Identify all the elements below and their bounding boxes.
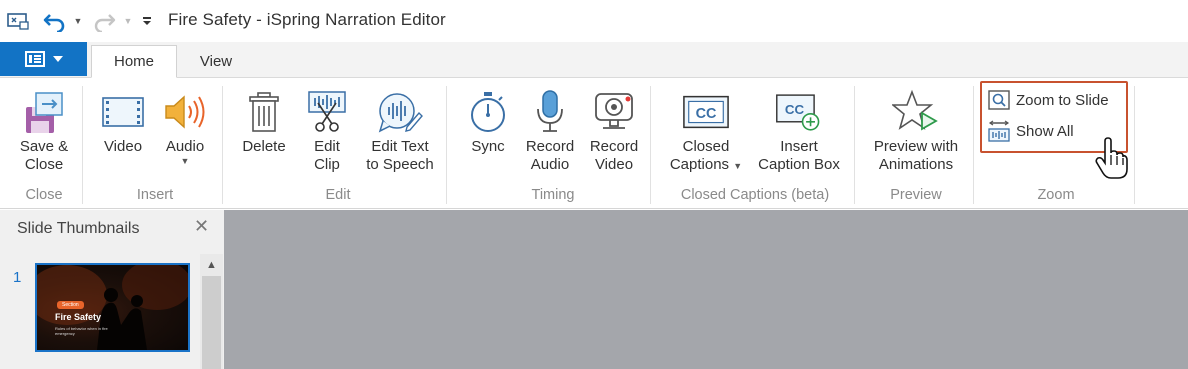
panel-title: Slide Thumbnails — [17, 220, 140, 237]
insert-caption-box-button[interactable]: CC Insert Caption Box — [752, 86, 846, 174]
preview-with-animations-label: Preview with Animations — [873, 138, 959, 173]
insert-caption-box-label: Insert Caption Box — [758, 138, 840, 173]
edit-clip-label: Edit Clip — [314, 138, 340, 173]
main-canvas — [224, 210, 1188, 369]
group-label-zoom: Zoom — [1037, 187, 1075, 203]
slide-thumbnail[interactable]: Section Fire Safety Rules of behavior wh… — [35, 263, 190, 352]
show-all-label: Show All — [1016, 122, 1074, 140]
file-menu-button[interactable] — [0, 42, 87, 76]
ribbon: Save & Close Close Video Audio ▼ Insert D… — [0, 78, 1188, 209]
webcam-icon — [590, 86, 638, 138]
thumbnail-number: 1 — [13, 269, 22, 286]
hand-cursor-icon — [1094, 136, 1128, 185]
edit-text-to-speech-button[interactable]: Edit Text to Speech — [360, 86, 440, 174]
text-to-speech-icon — [376, 86, 424, 138]
record-audio-label: Record Audio — [525, 138, 575, 173]
edit-text-to-speech-label: Edit Text to Speech — [366, 138, 434, 173]
group-label-timing: Timing — [531, 187, 575, 203]
thumbnail-heading: Fire Safety — [55, 312, 102, 322]
group-separator — [650, 86, 651, 204]
delete-button[interactable]: Delete — [236, 86, 292, 156]
group-separator — [854, 86, 855, 204]
group-label-preview: Preview — [890, 187, 942, 203]
sync-button[interactable]: Sync — [464, 86, 512, 156]
ribbon-tab-row: Home View — [0, 42, 1188, 78]
zoom-slide-icon — [988, 90, 1010, 110]
microphone-icon — [526, 86, 574, 138]
save-close-label: Save & Close — [19, 138, 69, 173]
video-label: Video — [103, 138, 143, 155]
title-bar: ▼ ▼ Fire Safety - iSpring Narration Edit… — [0, 0, 1188, 42]
svg-text:CC: CC — [785, 102, 805, 117]
cc-add-icon: CC — [775, 86, 823, 138]
group-separator — [222, 86, 223, 204]
thumbnail-badge: Section — [57, 301, 84, 309]
save-close-button[interactable]: Save & Close — [14, 86, 74, 174]
preview-with-animations-button[interactable]: Preview with Animations — [866, 86, 966, 174]
menu-icon — [24, 51, 45, 67]
window-title: Fire Safety - iSpring Narration Editor — [168, 10, 446, 29]
customize-icon[interactable] — [140, 8, 154, 34]
record-video-button[interactable]: Record Video — [586, 86, 642, 174]
group-label-insert: Insert — [136, 187, 174, 203]
scroll-up-icon[interactable]: ▲ — [200, 254, 223, 276]
closed-captions-button[interactable]: CC Closed Captions ▼ — [664, 86, 748, 175]
edit-clip-icon — [303, 86, 351, 138]
save-close-icon — [20, 86, 68, 138]
audio-dropdown-icon: ▼ — [180, 156, 190, 166]
group-separator — [446, 86, 447, 204]
undo-icon[interactable] — [40, 8, 70, 34]
video-button[interactable]: Video — [98, 86, 148, 156]
thumbnail-subtext: Rules of behavior when in fire emergency — [55, 326, 108, 336]
undo-dropdown-icon[interactable]: ▼ — [72, 8, 84, 34]
show-all-icon — [988, 120, 1010, 142]
tab-home[interactable]: Home — [91, 45, 177, 78]
group-label-close: Close — [25, 187, 63, 203]
audio-button[interactable]: Audio ▼ — [158, 86, 212, 166]
group-label-edit: Edit — [325, 187, 351, 203]
zoom-to-slide-button[interactable]: Zoom to Slide — [988, 87, 1109, 113]
stopwatch-icon — [464, 86, 512, 138]
delete-label: Delete — [242, 138, 286, 155]
slide-thumbnails-panel: Slide Thumbnails ✕ 1 Section Fire Safety… — [0, 210, 224, 369]
group-label-closed-captions: Closed Captions (beta) — [680, 187, 830, 203]
zoom-to-slide-label: Zoom to Slide — [1016, 91, 1109, 109]
redo-icon[interactable] — [90, 8, 118, 34]
tab-view[interactable]: View — [184, 45, 248, 78]
redo-dropdown-icon[interactable]: ▼ — [122, 8, 134, 34]
sync-label: Sync — [471, 138, 505, 155]
group-separator — [973, 86, 974, 204]
group-separator — [1134, 86, 1135, 204]
audio-label: Audio — [165, 138, 205, 155]
cc-icon: CC — [682, 86, 730, 138]
closed-captions-label: Closed Captions ▼ — [669, 138, 743, 173]
trash-icon — [240, 86, 288, 138]
video-icon — [99, 86, 147, 138]
edit-clip-button[interactable]: Edit Clip — [302, 86, 352, 174]
thumbnail-scrollbar[interactable]: ▲ — [200, 254, 223, 369]
app-icon[interactable] — [4, 8, 32, 34]
chevron-down-icon — [52, 55, 63, 62]
svg-text:CC: CC — [696, 106, 717, 122]
record-video-label: Record Video — [589, 138, 639, 173]
record-audio-button[interactable]: Record Audio — [522, 86, 578, 174]
scrollbar-thumb[interactable] — [202, 276, 221, 369]
star-play-icon — [892, 86, 940, 138]
close-icon[interactable]: ✕ — [194, 216, 209, 237]
show-all-button[interactable]: Show All — [988, 118, 1074, 144]
group-separator — [82, 86, 83, 204]
audio-icon — [161, 86, 209, 138]
